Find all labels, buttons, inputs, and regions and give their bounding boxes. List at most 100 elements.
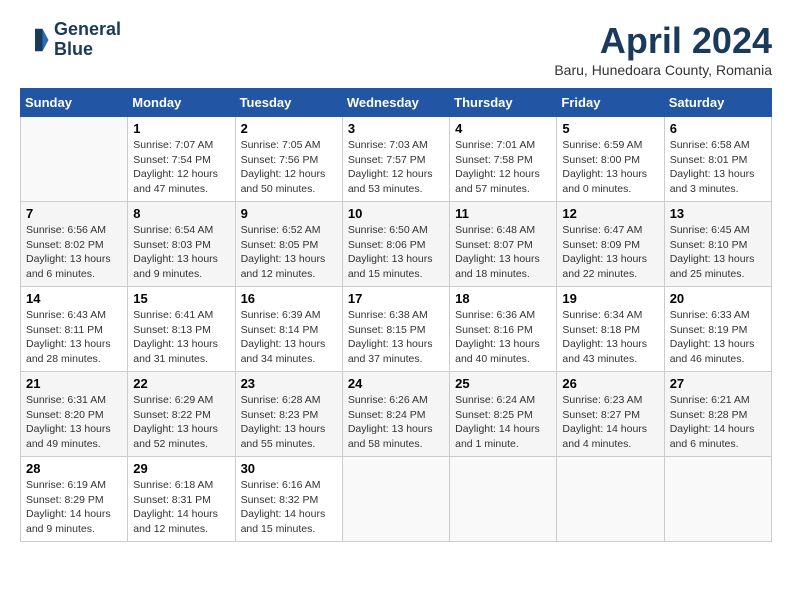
calendar-cell: 27Sunrise: 6:21 AM Sunset: 8:28 PM Dayli… — [664, 372, 771, 457]
day-header-sunday: Sunday — [21, 89, 128, 117]
day-info: Sunrise: 6:39 AM Sunset: 8:14 PM Dayligh… — [241, 308, 337, 367]
calendar-cell: 15 Sunrise: 6:41 AM Sunset: 8:13 PM Dayli… — [128, 287, 235, 372]
day-info: Sunrise: 6:36 AM Sunset: 8:16 PM Dayligh… — [455, 308, 551, 367]
day-info: Sunrise: 6:23 AM Sunset: 8:27 PM Dayligh… — [562, 393, 658, 452]
day-info: Sunrise: 6:58 AM Sunset: 8:01 PM Dayligh… — [670, 138, 766, 197]
day-info: Sunrise: 6:52 AM Sunset: 8:05 PM Dayligh… — [241, 223, 337, 282]
calendar-cell: 2Sunrise: 7:05 AM Sunset: 7:56 PM Daylig… — [235, 117, 342, 202]
logo-line1: General — [54, 20, 121, 40]
calendar-cell: 8Sunrise: 6:54 AM Sunset: 8:03 PM Daylig… — [128, 202, 235, 287]
day-number: 13 — [670, 206, 766, 221]
day-number: 3 — [348, 121, 444, 136]
day-header-friday: Friday — [557, 89, 664, 117]
day-info: Sunrise: 6:16 AM Sunset: 8:32 PM Dayligh… — [241, 478, 337, 537]
calendar-cell — [664, 457, 771, 542]
calendar-cell: 16 Sunrise: 6:39 AM Sunset: 8:14 PM Dayli… — [235, 287, 342, 372]
calendar-cell: 20 Sunrise: 6:33 AM Sunset: 8:19 PM Dayli… — [664, 287, 771, 372]
day-info: Sunrise: 7:01 AM Sunset: 7:58 PM Dayligh… — [455, 138, 551, 197]
day-info: Sunrise: 7:03 AM Sunset: 7:57 PM Dayligh… — [348, 138, 444, 197]
logo-text: General Blue — [54, 20, 121, 60]
calendar-cell: 23 Sunrise: 6:28 AM Sunset: 8:23 PM Dayli… — [235, 372, 342, 457]
logo-line2: Blue — [54, 40, 121, 60]
calendar-cell: 1 Sunrise: 7:07 AM Sunset: 7:54 PM Daylig… — [128, 117, 235, 202]
day-number: 8 — [133, 206, 229, 221]
calendar-week-row: 1 Sunrise: 7:07 AM Sunset: 7:54 PM Daylig… — [21, 117, 772, 202]
day-number: 15 — [133, 291, 229, 306]
day-info: Sunrise: 6:26 AM Sunset: 8:24 PM Dayligh… — [348, 393, 444, 452]
day-info: Sunrise: 6:48 AM Sunset: 8:07 PM Dayligh… — [455, 223, 551, 282]
day-header-tuesday: Tuesday — [235, 89, 342, 117]
day-number: 1 — [133, 121, 229, 136]
calendar-cell: 10 Sunrise: 6:50 AM Sunset: 8:06 PM Dayli… — [342, 202, 449, 287]
day-info: Sunrise: 6:19 AM Sunset: 8:29 PM Dayligh… — [26, 478, 122, 537]
calendar-cell: 11Sunrise: 6:48 AM Sunset: 8:07 PM Dayli… — [450, 202, 557, 287]
day-header-wednesday: Wednesday — [342, 89, 449, 117]
day-info: Sunrise: 6:50 AM Sunset: 8:06 PM Dayligh… — [348, 223, 444, 282]
day-info: Sunrise: 6:24 AM Sunset: 8:25 PM Dayligh… — [455, 393, 551, 452]
day-info: Sunrise: 6:41 AM Sunset: 8:13 PM Dayligh… — [133, 308, 229, 367]
day-number: 23 — [241, 376, 337, 391]
day-info: Sunrise: 6:18 AM Sunset: 8:31 PM Dayligh… — [133, 478, 229, 537]
day-number: 17 — [348, 291, 444, 306]
calendar-cell: 4 Sunrise: 7:01 AM Sunset: 7:58 PM Daylig… — [450, 117, 557, 202]
calendar-cell: 7Sunrise: 6:56 AM Sunset: 8:02 PM Daylig… — [21, 202, 128, 287]
day-number: 9 — [241, 206, 337, 221]
day-number: 12 — [562, 206, 658, 221]
calendar-body: 1 Sunrise: 7:07 AM Sunset: 7:54 PM Daylig… — [21, 117, 772, 542]
day-number: 25 — [455, 376, 551, 391]
day-info: Sunrise: 6:56 AM Sunset: 8:02 PM Dayligh… — [26, 223, 122, 282]
day-number: 30 — [241, 461, 337, 476]
day-info: Sunrise: 6:28 AM Sunset: 8:23 PM Dayligh… — [241, 393, 337, 452]
location: Baru, Hunedoara County, Romania — [554, 62, 772, 78]
calendar-cell: 5Sunrise: 6:59 AM Sunset: 8:00 PM Daylig… — [557, 117, 664, 202]
day-info: Sunrise: 6:31 AM Sunset: 8:20 PM Dayligh… — [26, 393, 122, 452]
calendar-cell: 12 Sunrise: 6:47 AM Sunset: 8:09 PM Dayli… — [557, 202, 664, 287]
calendar-cell: 29 Sunrise: 6:18 AM Sunset: 8:31 PM Dayli… — [128, 457, 235, 542]
day-info: Sunrise: 6:38 AM Sunset: 8:15 PM Dayligh… — [348, 308, 444, 367]
day-number: 24 — [348, 376, 444, 391]
calendar-cell: 26Sunrise: 6:23 AM Sunset: 8:27 PM Dayli… — [557, 372, 664, 457]
day-info: Sunrise: 6:33 AM Sunset: 8:19 PM Dayligh… — [670, 308, 766, 367]
calendar-cell — [21, 117, 128, 202]
calendar-cell: 30 Sunrise: 6:16 AM Sunset: 8:32 PM Dayli… — [235, 457, 342, 542]
calendar-cell — [342, 457, 449, 542]
calendar-cell: 21 Sunrise: 6:31 AM Sunset: 8:20 PM Dayli… — [21, 372, 128, 457]
day-header-thursday: Thursday — [450, 89, 557, 117]
day-number: 21 — [26, 376, 122, 391]
calendar-week-row: 28Sunrise: 6:19 AM Sunset: 8:29 PM Dayli… — [21, 457, 772, 542]
calendar-week-row: 7Sunrise: 6:56 AM Sunset: 8:02 PM Daylig… — [21, 202, 772, 287]
day-info: Sunrise: 7:05 AM Sunset: 7:56 PM Dayligh… — [241, 138, 337, 197]
day-number: 20 — [670, 291, 766, 306]
calendar-cell: 19 Sunrise: 6:34 AM Sunset: 8:18 PM Dayli… — [557, 287, 664, 372]
calendar-week-row: 21 Sunrise: 6:31 AM Sunset: 8:20 PM Dayli… — [21, 372, 772, 457]
day-info: Sunrise: 6:34 AM Sunset: 8:18 PM Dayligh… — [562, 308, 658, 367]
day-header-monday: Monday — [128, 89, 235, 117]
logo-icon — [20, 25, 50, 55]
title-block: April 2024 Baru, Hunedoara County, Roman… — [554, 20, 772, 78]
calendar-cell: 17 Sunrise: 6:38 AM Sunset: 8:15 PM Dayli… — [342, 287, 449, 372]
day-info: Sunrise: 6:47 AM Sunset: 8:09 PM Dayligh… — [562, 223, 658, 282]
day-number: 19 — [562, 291, 658, 306]
day-number: 16 — [241, 291, 337, 306]
calendar-cell: 14Sunrise: 6:43 AM Sunset: 8:11 PM Dayli… — [21, 287, 128, 372]
day-number: 4 — [455, 121, 551, 136]
logo: General Blue — [20, 20, 121, 60]
page-header: General Blue April 2024 Baru, Hunedoara … — [20, 20, 772, 78]
day-header-saturday: Saturday — [664, 89, 771, 117]
calendar-cell — [557, 457, 664, 542]
day-number: 29 — [133, 461, 229, 476]
day-info: Sunrise: 6:59 AM Sunset: 8:00 PM Dayligh… — [562, 138, 658, 197]
day-number: 14 — [26, 291, 122, 306]
day-info: Sunrise: 7:07 AM Sunset: 7:54 PM Dayligh… — [133, 138, 229, 197]
day-number: 6 — [670, 121, 766, 136]
day-info: Sunrise: 6:29 AM Sunset: 8:22 PM Dayligh… — [133, 393, 229, 452]
day-number: 10 — [348, 206, 444, 221]
calendar-cell: 13 Sunrise: 6:45 AM Sunset: 8:10 PM Dayli… — [664, 202, 771, 287]
day-info: Sunrise: 6:45 AM Sunset: 8:10 PM Dayligh… — [670, 223, 766, 282]
calendar-cell: 9 Sunrise: 6:52 AM Sunset: 8:05 PM Daylig… — [235, 202, 342, 287]
calendar-week-row: 14Sunrise: 6:43 AM Sunset: 8:11 PM Dayli… — [21, 287, 772, 372]
calendar-cell: 25 Sunrise: 6:24 AM Sunset: 8:25 PM Dayli… — [450, 372, 557, 457]
day-info: Sunrise: 6:21 AM Sunset: 8:28 PM Dayligh… — [670, 393, 766, 452]
calendar-cell: 28Sunrise: 6:19 AM Sunset: 8:29 PM Dayli… — [21, 457, 128, 542]
calendar-cell: 6 Sunrise: 6:58 AM Sunset: 8:01 PM Daylig… — [664, 117, 771, 202]
